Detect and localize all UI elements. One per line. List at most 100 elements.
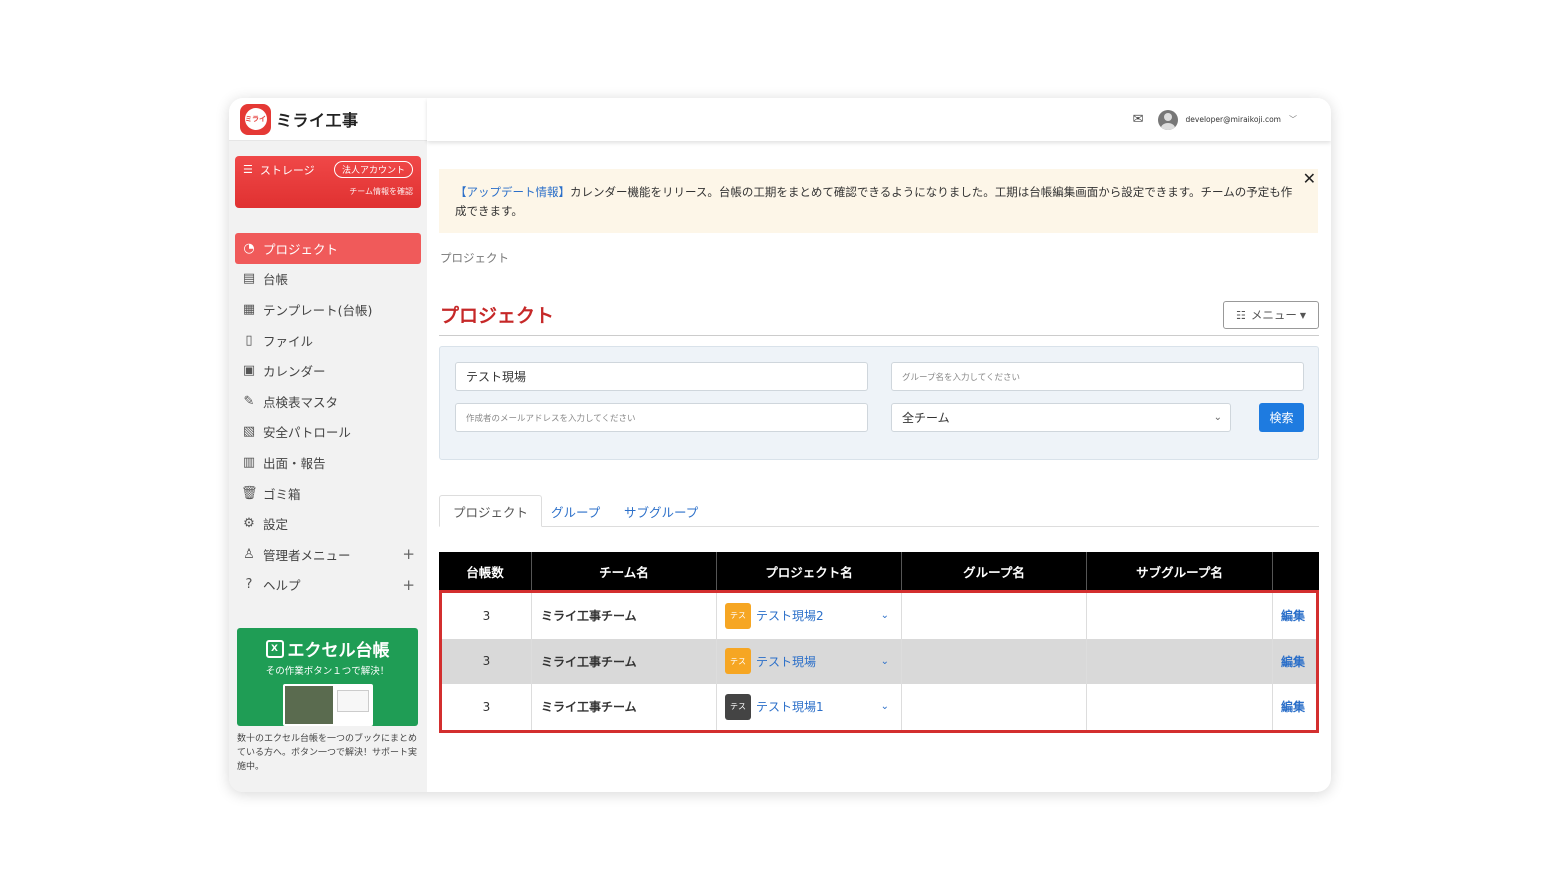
app-logo-mark-text: ミライ: [244, 108, 267, 130]
sidebar-item-trash[interactable]: 🗑 ゴミ箱: [235, 478, 421, 509]
cell-group-name: [902, 593, 1087, 639]
chevron-down-icon: ⌄: [1213, 412, 1222, 423]
table-body: 3 ミライ工事チーム テス テスト現場2 ⌄ 編集 3 ミライ工事チーム テス …: [439, 590, 1319, 733]
expand-plus-icon[interactable]: +: [402, 576, 415, 594]
sidebar-item-ledger[interactable]: ▤ 台帳: [235, 264, 421, 295]
cell-team-name: ミライ工事チーム: [532, 684, 717, 730]
project-avatar: テス: [725, 693, 751, 720]
user-email[interactable]: developer@miraikoji.com: [1186, 115, 1281, 124]
chevron-down-icon[interactable]: ⌄: [881, 610, 889, 621]
report-icon: ▥: [242, 454, 256, 470]
cell-subgroup-name: [1087, 593, 1273, 639]
creator-email-input[interactable]: 作成者のメールアドレスを入力してください: [455, 403, 868, 432]
promo-subtitle: その作業ボタン１つで解決！: [265, 666, 390, 677]
file-icon: ▯: [245, 332, 253, 348]
sidebar-item-label: 安全パトロール: [263, 425, 351, 441]
account-badge: 法人アカウント: [333, 161, 413, 178]
tab-subgroup[interactable]: サブグループ: [624, 495, 698, 527]
sidebar-item-label: ファイル: [263, 333, 314, 349]
edit-link[interactable]: 編集: [1281, 653, 1305, 670]
edit-link[interactable]: 編集: [1281, 607, 1305, 624]
cell-project-name: テス テスト現場2 ⌄: [717, 593, 902, 639]
sidebar-item-checklist-master[interactable]: ✎ 点検表マスタ: [235, 386, 421, 417]
sidebar-item-label: カレンダー: [263, 364, 326, 380]
sidebar-item-help[interactable]: ? ヘルプ +: [235, 570, 421, 601]
project-avatar: テス: [725, 648, 751, 675]
promo-image: [283, 684, 373, 726]
cell-actions: 編集: [1273, 684, 1316, 730]
storage-card[interactable]: ☰ ストレージ 法人アカウント チーム情報を確認: [235, 156, 421, 208]
storage-team-info-link[interactable]: チーム情報を確認: [243, 186, 413, 197]
close-icon[interactable]: ✕: [1303, 169, 1316, 188]
sidebar-item-admin-menu[interactable]: ♙ 管理者メニュー +: [235, 539, 421, 570]
cell-actions: 編集: [1273, 593, 1316, 639]
sidebar-item-label: ヘルプ: [263, 578, 301, 594]
sidebar-item-template[interactable]: ▦ テンプレート(台帳): [235, 294, 421, 325]
notice-text: カレンダー機能をリリース。台帳の工期をまとめて確認できるようになりました。工期は…: [455, 185, 1293, 218]
admin-icon: ♙: [243, 546, 255, 562]
col-subgroup-name[interactable]: サブグループ名: [1087, 552, 1273, 590]
chevron-down-icon[interactable]: ⌄: [881, 701, 889, 712]
sidebar-item-label: ゴミ箱: [263, 486, 301, 502]
cell-group-name: [902, 684, 1087, 730]
table-row: 3 ミライ工事チーム テス テスト現場 ⌄ 編集: [442, 638, 1316, 685]
cell-ledger-count: 3: [442, 593, 532, 639]
template-icon: ▦: [242, 301, 256, 317]
team-select[interactable]: 全チーム ⌄: [891, 403, 1231, 432]
project-link[interactable]: テスト現場2: [756, 607, 824, 624]
chevron-down-icon[interactable]: ﹀: [1289, 114, 1297, 125]
col-team-name[interactable]: チーム名: [532, 552, 717, 590]
col-ledger-count[interactable]: 台帳数: [439, 552, 532, 590]
notice-tag[interactable]: 【アップデート情報】: [455, 185, 570, 199]
sidebar-item-label: 出面・報告: [263, 455, 326, 471]
sidebar-item-project[interactable]: ◔ プロジェクト: [235, 233, 421, 264]
cell-ledger-count: 3: [442, 638, 532, 684]
excel-ledger-banner[interactable]: X エクセル台帳 その作業ボタン１つで解決！: [237, 628, 418, 726]
chevron-down-icon[interactable]: ⌄: [881, 656, 889, 667]
col-actions: [1273, 552, 1319, 590]
project-link[interactable]: テスト現場1: [756, 698, 824, 715]
inbox-icon[interactable]: ✉: [1133, 112, 1144, 127]
table-row: 3 ミライ工事チーム テス テスト現場2 ⌄ 編集: [442, 593, 1316, 639]
project-link[interactable]: テスト現場: [756, 653, 816, 670]
tab-bar: プロジェクト グループ サブグループ: [439, 495, 1319, 527]
search-button[interactable]: 検索: [1259, 403, 1304, 432]
expand-plus-icon[interactable]: +: [402, 545, 415, 563]
main-content: 【アップデート情報】カレンダー機能をリリース。台帳の工期をまとめて確認できるよう…: [427, 141, 1331, 792]
sidebar-item-safety-patrol[interactable]: ▧ 安全パトロール: [235, 417, 421, 448]
search-filter-panel: テスト現場 グループ名を入力してください 作成者のメールアドレスを入力してくださ…: [439, 346, 1319, 460]
database-icon: ☰: [243, 163, 253, 176]
cell-team-name: ミライ工事チーム: [532, 593, 717, 639]
ledger-icon: ▤: [242, 271, 256, 287]
checklist-icon: ✎: [243, 393, 255, 409]
avatar[interactable]: [1157, 109, 1178, 130]
group-name-input[interactable]: グループ名を入力してください: [891, 362, 1304, 391]
project-name-input[interactable]: テスト現場: [455, 362, 868, 391]
page-title: プロジェクト: [440, 305, 555, 327]
sidebar-item-settings[interactable]: ⚙ 設定: [235, 508, 421, 539]
sidebar-item-label: プロジェクト: [263, 241, 339, 257]
sidebar-nav: ◔ プロジェクト ▤ 台帳 ▦ テンプレート(台帳) ▯ ファイル ▣ カレンダ…: [235, 233, 421, 600]
help-icon: ?: [245, 577, 253, 593]
sidebar-item-file[interactable]: ▯ ファイル: [235, 325, 421, 356]
col-group-name[interactable]: グループ名: [902, 552, 1087, 590]
sidebar-item-label: 点検表マスタ: [263, 394, 339, 410]
logo-bar[interactable]: ミライ ミライ工事: [229, 98, 427, 141]
sidebar-item-attendance-report[interactable]: ▥ 出面・報告: [235, 447, 421, 478]
sidebar-item-calendar[interactable]: ▣ カレンダー: [235, 355, 421, 386]
edit-link[interactable]: 編集: [1281, 698, 1305, 715]
team-select-value: 全チーム: [902, 411, 950, 425]
sidebar-item-label: 設定: [263, 517, 289, 533]
cell-team-name: ミライ工事チーム: [532, 638, 717, 684]
tab-project[interactable]: プロジェクト: [439, 495, 543, 527]
title-divider: [439, 335, 1319, 336]
promo-description: 数十のエクセル台帳を一つのブックにまとめている方へ。ボタン一つで解決！サポート実…: [237, 734, 418, 772]
project-table: 台帳数 チーム名 プロジェクト名 グループ名 サブグループ名 3 ミライ工事チー…: [439, 552, 1319, 733]
menu-button[interactable]: ☷ メニュー ▼: [1223, 301, 1319, 329]
col-project-name[interactable]: プロジェクト名: [717, 552, 902, 590]
tab-group[interactable]: グループ: [551, 495, 600, 527]
sidebar-item-label: 台帳: [263, 272, 289, 288]
cell-actions: 編集: [1273, 639, 1316, 685]
calendar-icon: ▣: [242, 363, 256, 379]
cell-project-name: テス テスト現場 ⌄: [717, 638, 902, 684]
